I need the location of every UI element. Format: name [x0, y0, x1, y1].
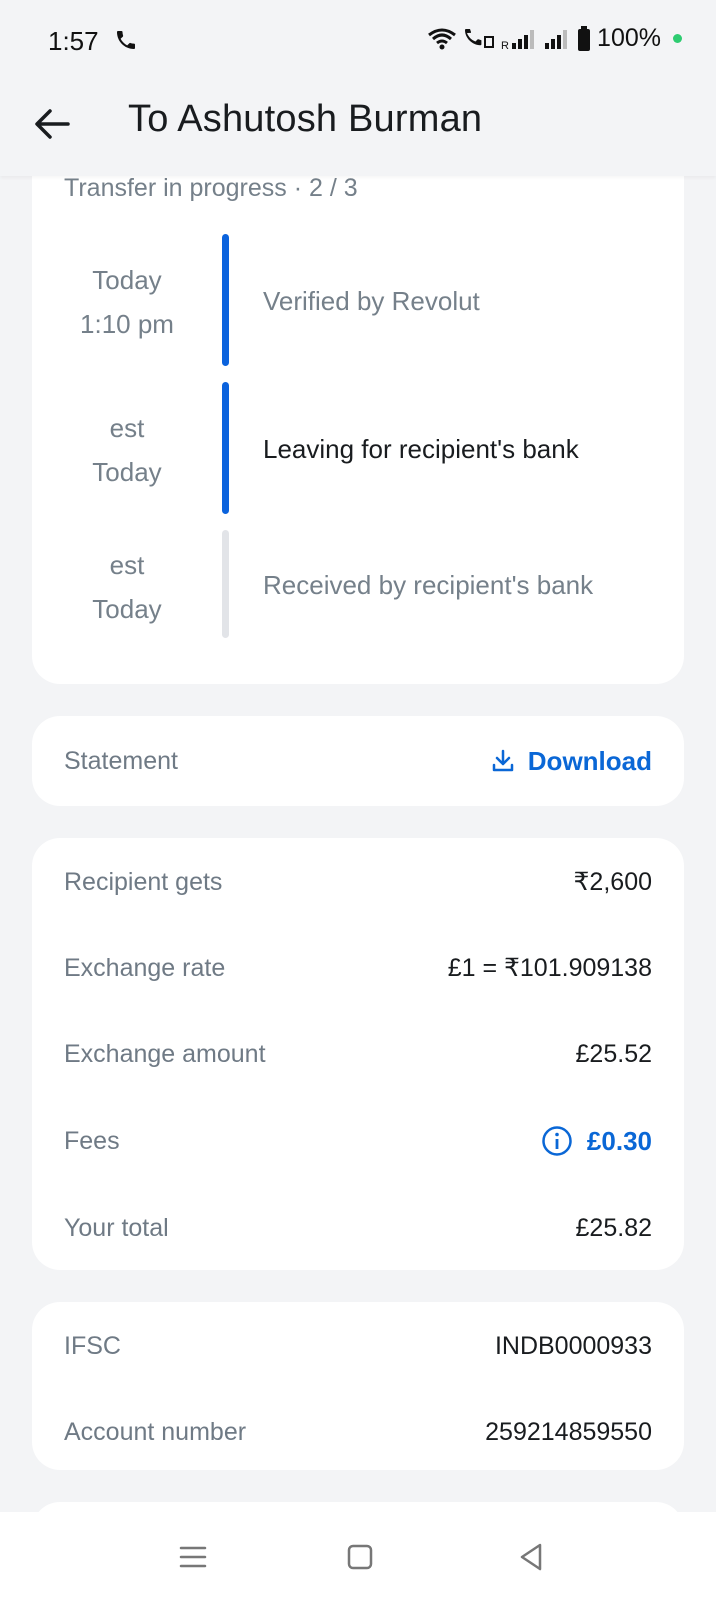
- wifi-icon: [428, 28, 456, 49]
- signal-icon-sim2: [545, 29, 568, 49]
- step-3-time: est Today: [32, 543, 222, 631]
- download-button[interactable]: Download: [490, 746, 652, 777]
- account-number-label: Account number: [64, 1417, 247, 1446]
- step-2-time-line2: Today: [92, 457, 162, 487]
- step-3-progress-bar: [222, 530, 229, 638]
- step-3-time-line2: Today: [92, 594, 162, 624]
- menu-icon[interactable]: [176, 1540, 210, 1574]
- fees-label: Fees: [64, 1126, 120, 1155]
- recipient-gets-value: ₹2,600: [573, 868, 652, 896]
- step-2-label: Leaving for recipient's bank: [263, 434, 579, 464]
- step-1-label: Verified by Revolut: [263, 286, 480, 316]
- fees-value: £0.30: [586, 1125, 652, 1156]
- recipient-gets-row: Recipient gets ₹2,600: [64, 862, 652, 902]
- back-arrow-icon[interactable]: [30, 102, 74, 146]
- exchange-amount-value: £25.52: [575, 1039, 652, 1068]
- total-row: Your total £25.82: [64, 1208, 652, 1248]
- exchange-amount-row: Exchange amount £25.52: [64, 1034, 652, 1074]
- step-2-time-line1: est: [109, 413, 145, 443]
- step-2-time: est Today: [32, 406, 222, 494]
- transfer-progress-heading: Transfer in progress · 2 / 3: [64, 174, 358, 202]
- status-time: 1:57: [48, 26, 99, 56]
- account-number-value: 259214859550: [485, 1417, 652, 1446]
- total-value: £25.82: [575, 1213, 652, 1242]
- step-2-progress-bar: [222, 382, 229, 514]
- battery-icon: [578, 25, 591, 51]
- back-icon[interactable]: [514, 1540, 548, 1574]
- fees-info-button[interactable]: £0.30: [541, 1125, 652, 1157]
- transfer-details-card: Recipient gets ₹2,600 Exchange rate £1 =…: [32, 838, 684, 1270]
- fees-row[interactable]: Fees £0.30: [64, 1121, 652, 1161]
- step-1-time: Today 1:10 pm: [32, 258, 222, 346]
- signal-icon-sim1: R: [501, 29, 535, 51]
- ifsc-label: IFSC: [64, 1331, 121, 1360]
- download-icon: [492, 749, 514, 772]
- recipient-gets-label: Recipient gets: [64, 867, 223, 896]
- exchange-amount-label: Exchange amount: [64, 1039, 266, 1068]
- ifsc-row: IFSC INDB0000933: [64, 1326, 652, 1366]
- battery-percent: 100%: [597, 24, 661, 52]
- bank-details-card: IFSC INDB0000933 Account number 25921485…: [32, 1302, 684, 1470]
- system-navigation-bar: [0, 1512, 716, 1600]
- home-icon[interactable]: [343, 1540, 377, 1574]
- statement-label: Statement: [64, 746, 178, 775]
- step-3-time-line1: est: [109, 550, 145, 580]
- step-1-progress-bar: [222, 234, 229, 366]
- total-label: Your total: [64, 1213, 169, 1242]
- header-bar: To Ashutosh Burman: [0, 84, 716, 176]
- info-icon: [542, 1126, 572, 1156]
- exchange-rate-row: Exchange rate £1 = ₹101.909138: [64, 948, 652, 988]
- status-bar: 1:57 R 100%: [0, 0, 716, 84]
- account-number-row: Account number 259214859550: [64, 1412, 652, 1452]
- exchange-rate-label: Exchange rate: [64, 953, 226, 982]
- statement-card: Statement Download: [32, 716, 684, 806]
- step-1-time-line1: Today: [92, 265, 162, 295]
- step-3-label: Received by recipient's bank: [263, 570, 594, 600]
- page-title: To Ashutosh Burman: [128, 98, 483, 140]
- phone-call-icon: [117, 31, 135, 49]
- download-label: Download: [527, 745, 652, 776]
- svg-text:R: R: [501, 40, 509, 51]
- privacy-indicator-dot: [673, 34, 682, 43]
- exchange-rate-value: £1 = ₹101.909138: [447, 954, 652, 982]
- ifsc-value: INDB0000933: [494, 1331, 652, 1360]
- transfer-progress-card: Transfer in progress · 2 / 3 Today 1:10 …: [32, 140, 684, 684]
- step-1-time-line2: 1:10 pm: [80, 309, 174, 339]
- wifi-calling-icon: [465, 28, 495, 48]
